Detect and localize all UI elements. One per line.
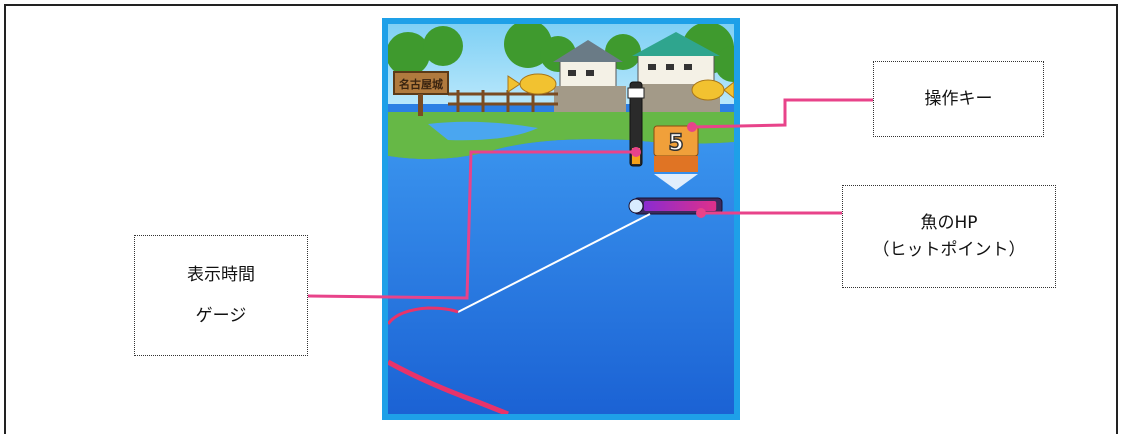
callout-gauge-line1: 表示時間: [187, 265, 255, 286]
callout-operation-key-label: 操作キー: [924, 88, 993, 109]
callout-fish-hp-line2: （ヒットポイント）: [872, 239, 1026, 260]
callout-operation-key: 操作キー: [873, 61, 1044, 137]
leader-dot-fish-hp: [696, 208, 706, 218]
leader-operation-key: [691, 98, 873, 129]
callout-display-time-gauge: 表示時間 ゲージ: [134, 235, 308, 356]
callout-fish-hp-line1: 魚のHP: [920, 213, 978, 234]
leader-dot-operation-key: [687, 122, 697, 132]
callout-gauge-line2: ゲージ: [195, 305, 247, 326]
callout-fish-hp: 魚のHP （ヒットポイント）: [842, 185, 1056, 288]
leader-dot-time-gauge: [631, 147, 641, 157]
leader-time-gauge: [307, 150, 636, 300]
